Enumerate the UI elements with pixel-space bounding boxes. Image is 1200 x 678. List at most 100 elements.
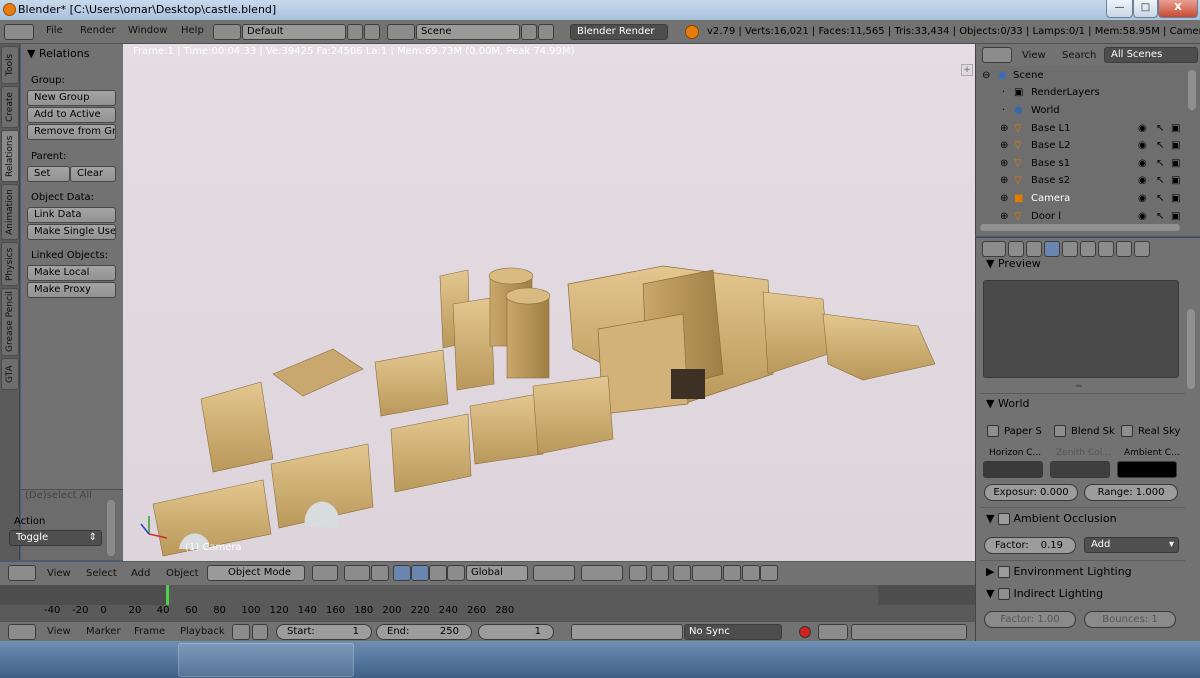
- outliner-tree[interactable]: ⊖ ◉ Scene · ▣ RenderLayers · ● World ⊕ ▽ Base L1…: [975, 66, 1200, 236]
- real-sky-checkbox[interactable]: [1121, 425, 1133, 437]
- render-animation-icon[interactable]: [760, 565, 778, 581]
- viewport-shading-icon[interactable]: [312, 565, 338, 581]
- renderable-camera-icon[interactable]: ▣: [1171, 123, 1180, 134]
- outliner-vertical-scrollbar[interactable]: [1188, 70, 1196, 110]
- menu-render[interactable]: Render: [80, 25, 116, 36]
- tree-expand-icon[interactable]: ⊕: [1000, 123, 1008, 134]
- indirect-factor-field[interactable]: Factor: 1.00: [984, 611, 1076, 628]
- editor-type-timeline-icon[interactable]: [8, 624, 36, 640]
- renderable-camera-icon[interactable]: ▣: [1171, 140, 1180, 151]
- current-frame-field[interactable]: 1: [478, 624, 554, 640]
- lock-range-icon[interactable]: [252, 624, 268, 640]
- visibility-eye-icon[interactable]: ◉: [1138, 140, 1147, 151]
- parent-set-button[interactable]: Set: [27, 166, 70, 182]
- tab-grease-pencil[interactable]: Grease Pencil: [1, 288, 19, 356]
- menu-file[interactable]: File: [46, 25, 63, 36]
- proportional-edit-icon[interactable]: [651, 565, 669, 581]
- indirect-lighting-checkbox[interactable]: [997, 588, 1010, 600]
- outliner-horizontal-scrollbar[interactable]: [980, 224, 1180, 231]
- selectable-cursor-icon[interactable]: ↖: [1156, 123, 1164, 134]
- keying-set-icon[interactable]: [818, 624, 848, 640]
- make-local-button[interactable]: Make Local: [27, 265, 116, 281]
- interaction-mode-select[interactable]: Object Mode: [207, 565, 305, 581]
- outliner-menu-view[interactable]: View: [1022, 50, 1046, 61]
- add-scene-plus-icon[interactable]: [521, 24, 537, 40]
- tab-gta[interactable]: GTA: [1, 358, 19, 390]
- taskbar-blender-button[interactable]: [178, 643, 354, 677]
- tab-physics[interactable]: Physics: [1, 242, 19, 286]
- selectable-cursor-icon[interactable]: ↖: [1156, 211, 1164, 222]
- current-frame-cursor[interactable]: [166, 585, 169, 605]
- zenith-color-swatch[interactable]: [1050, 461, 1110, 478]
- timeline-menu-playback[interactable]: Playback: [180, 626, 225, 637]
- sync-mode-select[interactable]: No Sync: [684, 624, 782, 640]
- scene-icon[interactable]: [387, 24, 415, 40]
- editor-type-3dview-icon[interactable]: [8, 565, 36, 581]
- outliner-row-world[interactable]: · ● World: [976, 103, 1186, 120]
- menu-help[interactable]: Help: [181, 25, 204, 36]
- visibility-eye-icon[interactable]: ◉: [1138, 123, 1147, 134]
- timeline-menu-view[interactable]: View: [47, 626, 71, 637]
- layout-name-field[interactable]: Default: [242, 24, 346, 40]
- action-select[interactable]: Toggle ⇕: [9, 530, 102, 546]
- render-still-icon[interactable]: [742, 565, 760, 581]
- world-tab-icon[interactable]: [1044, 241, 1060, 257]
- remove-from-group-button[interactable]: Remove from Gr...: [27, 124, 116, 140]
- tree-expand-icon[interactable]: ⊕: [1000, 158, 1008, 169]
- selectable-cursor-icon[interactable]: ↖: [1156, 140, 1164, 151]
- indirect-lighting-panel-header[interactable]: ▼ Indirect Lighting: [986, 587, 1103, 600]
- env-lighting-panel-header[interactable]: ▶ Environment Lighting: [986, 565, 1132, 578]
- snap-element-icon[interactable]: [692, 565, 722, 581]
- preview-panel-header[interactable]: ▼ Preview: [986, 259, 1041, 270]
- outliner-row-base-l1[interactable]: ⊕ ▽ Base L1 ◉ ↖ ▣: [976, 121, 1186, 138]
- resize-grip-icon[interactable]: ═: [1076, 382, 1081, 392]
- layer-grid-2[interactable]: [581, 565, 623, 581]
- lock-camera-icon[interactable]: [629, 565, 647, 581]
- blend-sky-checkbox[interactable]: [1054, 425, 1066, 437]
- transform-orientation-select[interactable]: Global: [466, 565, 528, 581]
- close-button[interactable]: X: [1158, 0, 1198, 18]
- selectable-cursor-icon[interactable]: ↖: [1156, 158, 1164, 169]
- outliner-row-base-s2[interactable]: ⊕ ▽ Base s2 ◉ ↖ ▣: [976, 173, 1186, 190]
- editor-type-outliner-icon[interactable]: [982, 47, 1012, 63]
- render-engine-select[interactable]: Blender Render: [570, 24, 668, 40]
- snap-target-icon[interactable]: [723, 565, 741, 581]
- manipulator-extra-icon[interactable]: [447, 565, 465, 581]
- remove-scene-x-icon[interactable]: [538, 24, 554, 40]
- texture-tab-icon[interactable]: [1116, 241, 1132, 257]
- pivot-point-icon[interactable]: [344, 565, 370, 581]
- tab-animation[interactable]: Animation: [1, 184, 19, 240]
- ao-panel-header[interactable]: ▼ Ambient Occlusion: [986, 512, 1117, 525]
- tree-expand-icon[interactable]: ⊕: [1000, 175, 1008, 186]
- properties-scrollbar[interactable]: [1187, 309, 1195, 389]
- outliner-menu-search[interactable]: Search: [1062, 50, 1096, 61]
- visibility-eye-icon[interactable]: ◉: [1138, 158, 1147, 169]
- ao-enable-checkbox[interactable]: [997, 513, 1010, 525]
- ao-blend-mode-select[interactable]: Add ▾: [1084, 537, 1179, 553]
- display-mode-select[interactable]: All Scenes: [1104, 47, 1198, 63]
- translate-manipulator-icon[interactable]: [393, 565, 411, 581]
- tab-create[interactable]: Create: [1, 86, 19, 128]
- renderable-camera-icon[interactable]: ▣: [1171, 211, 1180, 222]
- outliner-row-base-s1[interactable]: ⊕ ▽ Base s1 ◉ ↖ ▣: [976, 156, 1186, 173]
- range-field[interactable]: Range: 1.000: [1084, 484, 1178, 501]
- panel-scrollbar[interactable]: [107, 500, 115, 556]
- new-group-button[interactable]: New Group: [27, 90, 116, 106]
- keying-set-field[interactable]: [851, 624, 967, 640]
- env-lighting-checkbox[interactable]: [997, 566, 1010, 578]
- selectable-cursor-icon[interactable]: ↖: [1156, 193, 1164, 204]
- menu-window[interactable]: Window: [128, 25, 167, 36]
- outliner-row-camera[interactable]: ⊕ ■ Camera ◉ ↖ ▣: [976, 191, 1186, 208]
- manipulator-toggle-icon[interactable]: [371, 565, 389, 581]
- scene-name-field[interactable]: Scene: [416, 24, 520, 40]
- world-panel-header[interactable]: ▼ World: [986, 397, 1030, 410]
- editor-type-info-icon[interactable]: [4, 24, 34, 40]
- rotate-manipulator-icon[interactable]: [411, 565, 429, 581]
- tree-expand-icon[interactable]: ⊕: [1000, 193, 1008, 204]
- end-frame-field[interactable]: End: 250: [376, 624, 472, 640]
- renderable-camera-icon[interactable]: ▣: [1171, 175, 1180, 186]
- object-tab-icon[interactable]: [1062, 241, 1078, 257]
- visibility-eye-icon[interactable]: ◉: [1138, 211, 1147, 222]
- selectable-cursor-icon[interactable]: ↖: [1156, 175, 1164, 186]
- render-tab-icon[interactable]: [1008, 241, 1024, 257]
